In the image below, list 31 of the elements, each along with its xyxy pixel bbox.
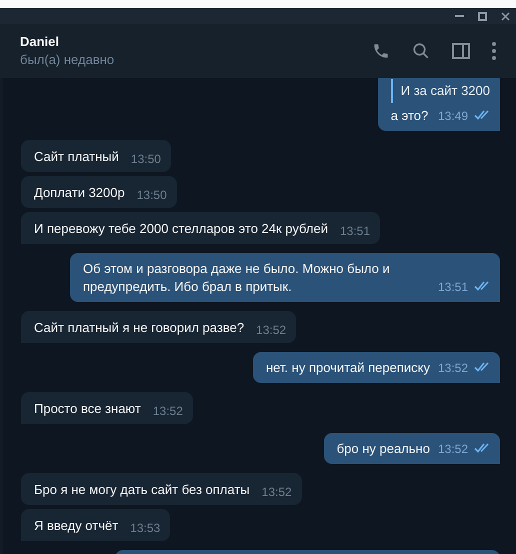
message-time: 13:50 [136,187,167,204]
message-time: 13:52 [152,403,183,420]
message-text: нет. ну прочитай переписку [266,359,430,377]
close-icon[interactable] [501,12,510,20]
message-time: 13:50 [130,151,161,168]
message-text: а это? [390,107,428,125]
message-time: 13:52 [256,322,286,339]
message-time: 13:52 [438,360,468,377]
phone-icon[interactable] [372,42,390,60]
message-time: 13:52 [262,484,292,501]
message-time: 13:49 [438,108,468,125]
message-text: Об этом и разговора даже не было. Можно было и предупредить. Ибо брал в притык. [83,260,391,296]
message-text: Сайт платный я не говорил разве? [34,319,244,337]
message-time: 13:52 [438,441,468,458]
message-text: Бро я не могу дать сайт без оплаты [34,481,250,499]
message-text: Сайт платный [34,148,119,166]
message-text: бро ну реально [336,440,430,458]
message-text: Доплати 3200р [34,184,125,202]
maximize-icon[interactable] [478,12,487,20]
contact-status: был(а) недавно [20,51,116,69]
message-text: Я введу отчёт [34,517,118,535]
contact-name[interactable]: Daniel [20,33,372,51]
message-time: 13:51 [438,279,468,296]
quoted-text: И за сайт 3200 [400,83,490,98]
message-text: Просто все знают [34,400,141,418]
message-time: 13:51 [340,223,370,240]
sidebar-icon[interactable] [452,43,470,59]
more-icon[interactable] [492,42,496,60]
message-time: 13:53 [130,520,160,537]
search-icon[interactable] [412,42,430,60]
message-text: И перевожу тебе 2000 стелларов это 24к рублей [34,220,328,238]
